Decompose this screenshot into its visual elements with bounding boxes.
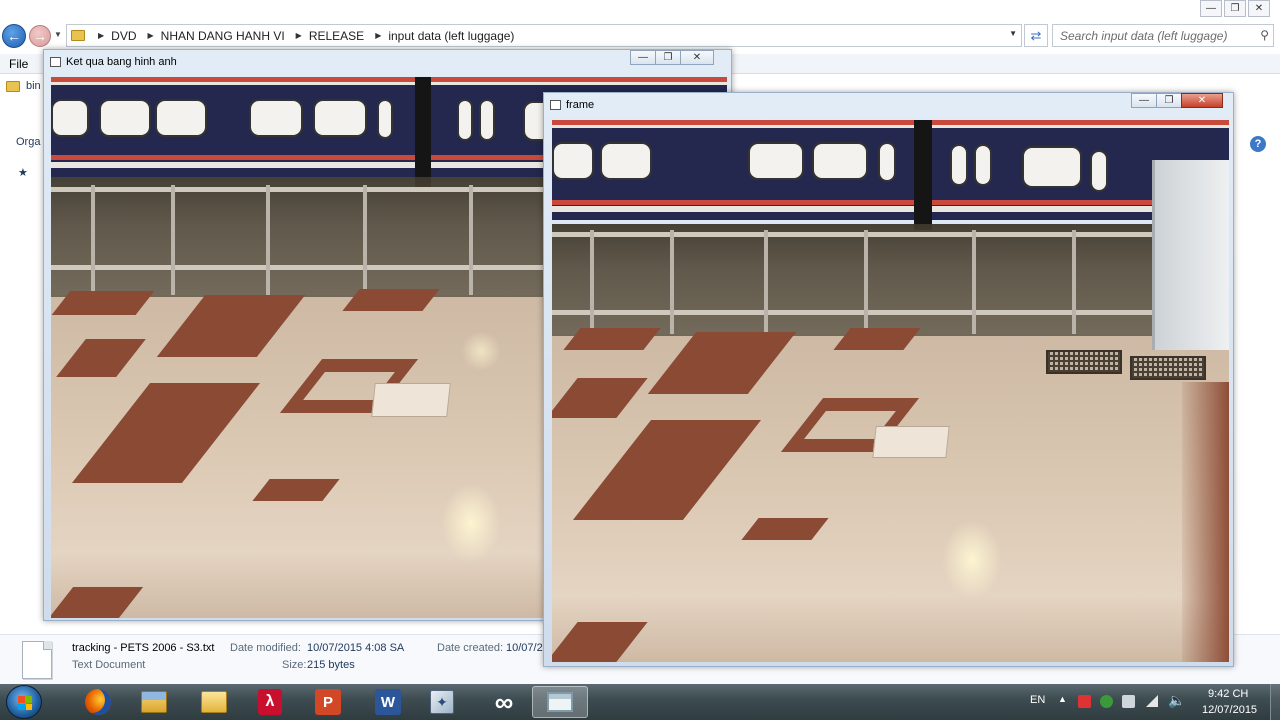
breadcrumb-release[interactable]: RELEASE [309,29,364,43]
window-app-icon [550,100,561,110]
powerpoint-icon: P [315,689,341,715]
opencv-window-icon [547,692,573,712]
folder-icon [71,30,85,41]
explorer-window-controls: — ❐ ✕ [1198,0,1270,17]
power-icon[interactable] [1122,695,1135,708]
minimize-button[interactable]: — [630,50,656,65]
organize-button[interactable]: Orga [16,136,40,148]
date-created-value: 10/07/2 [506,642,543,654]
explorer-minimize-button[interactable]: — [1200,0,1222,17]
folder-icon [201,691,227,713]
refresh-icon: ⇄ [1030,27,1042,43]
breadcrumb-input-data[interactable]: input data (left luggage) [388,29,514,43]
search-input[interactable]: Search input data (left luggage) ⚲ [1052,24,1274,47]
breadcrumb-separator-icon[interactable]: ▶ [148,31,154,40]
show-desktop-button[interactable] [1270,684,1280,720]
word-icon: W [375,689,401,715]
menu-file[interactable]: File [9,57,28,71]
address-row: ← → ▼ ▶ DVD ▶ NHAN DANG HANH VI ▶ RELEAS… [0,20,1280,52]
window-controls: — ❐ ✕ [630,50,714,65]
maximize-button[interactable]: ❐ [655,50,681,65]
close-button[interactable]: ✕ [1181,93,1223,108]
address-dropdown-icon[interactable]: ▼ [1009,29,1017,38]
sidebar-item-bin[interactable]: bin [6,80,41,92]
visual-studio-icon: ∞ [494,687,514,717]
maximize-button[interactable]: ❐ [1156,93,1182,108]
firefox-icon [85,689,111,715]
minimize-button[interactable]: — [1131,93,1157,108]
forward-button[interactable]: → [29,25,51,47]
language-indicator[interactable]: EN [1030,694,1045,706]
breadcrumb-separator-icon[interactable]: ▶ [296,31,302,40]
breadcrumb-separator-icon[interactable]: ▶ [98,31,104,40]
show-hidden-icons-icon[interactable]: ▲ [1058,694,1067,704]
taskbar-powerpoint-button[interactable]: P [300,686,356,718]
frame-video-frame [552,120,1229,662]
taskbar-opencv-window-button[interactable] [532,686,588,718]
taskbar-explorer-button[interactable] [126,686,182,718]
explorer-icon [141,691,167,713]
window-controls: — ❐ ✕ [1131,93,1223,108]
acrobat-icon: λ [258,689,282,715]
taskbar-visual-studio-button[interactable]: ∞ [476,686,532,718]
taskbar-folder-button[interactable] [186,686,242,718]
frame-video-window: frame — ❐ ✕ [543,92,1234,667]
clock-time[interactable]: 9:42 CH [1208,688,1248,700]
signal-icon[interactable] [1146,695,1158,707]
window-title: Ket qua bang hinh anh [66,56,177,68]
file-type: Text Document [72,659,146,671]
file-name: tracking - PETS 2006 - S3.txt [72,642,215,654]
breadcrumb-nhan-dang-hanh-vi[interactable]: NHAN DANG HANH VI [161,29,285,43]
search-icon[interactable]: ⚲ [1260,28,1269,42]
flag-icon[interactable] [1078,695,1091,708]
close-button[interactable]: ✕ [680,50,714,65]
taskbar-word-button[interactable]: W [360,686,416,718]
window-app-icon [50,57,61,67]
back-button[interactable]: ← [2,24,26,48]
address-bar[interactable]: ▶ DVD ▶ NHAN DANG HANH VI ▶ RELEASE ▶ in… [66,24,1022,47]
explorer-close-button[interactable]: ✕ [1248,0,1270,17]
clock-date[interactable]: 12/07/2015 [1202,704,1257,716]
size-label: Size: [282,659,307,671]
breadcrumb-separator-icon[interactable]: ▶ [375,31,381,40]
breadcrumb-dvd[interactable]: DVD [111,29,136,43]
refresh-button[interactable]: ⇄ [1024,24,1048,47]
taskbar-acrobat-button[interactable]: λ [242,686,298,718]
taskbar-python-button[interactable]: ✦ [414,686,470,718]
folder-icon [6,80,20,92]
favorites-star-icon[interactable]: ★ [18,166,28,179]
date-created-label: Date created: [437,642,504,654]
start-button[interactable] [6,685,42,719]
history-dropdown-icon[interactable]: ▼ [54,30,62,39]
explorer-maximize-button[interactable]: ❐ [1224,0,1246,17]
taskbar: λ P W ✦ ∞ EN ▲ 🔈 9:42 CH 12/07/2015 [0,684,1280,720]
network-share-icon[interactable] [1100,695,1113,708]
taskbar-firefox-button[interactable] [70,686,126,718]
help-icon[interactable]: ? [1250,136,1266,152]
window-title: frame [566,99,595,111]
python-icon: ✦ [430,690,454,714]
size-value: 215 bytes [307,659,355,671]
search-placeholder: Search input data (left luggage) [1060,28,1228,43]
date-modified-label: Date modified: [230,642,301,654]
date-modified-value: 10/07/2015 4:08 SA [307,642,405,654]
volume-icon[interactable]: 🔈 [1168,692,1185,709]
sidebar-item-label: bin [26,80,41,92]
navigation-pane: bin Orga ★ [0,74,46,634]
text-document-icon [22,641,52,679]
windows-logo-icon [18,696,32,710]
